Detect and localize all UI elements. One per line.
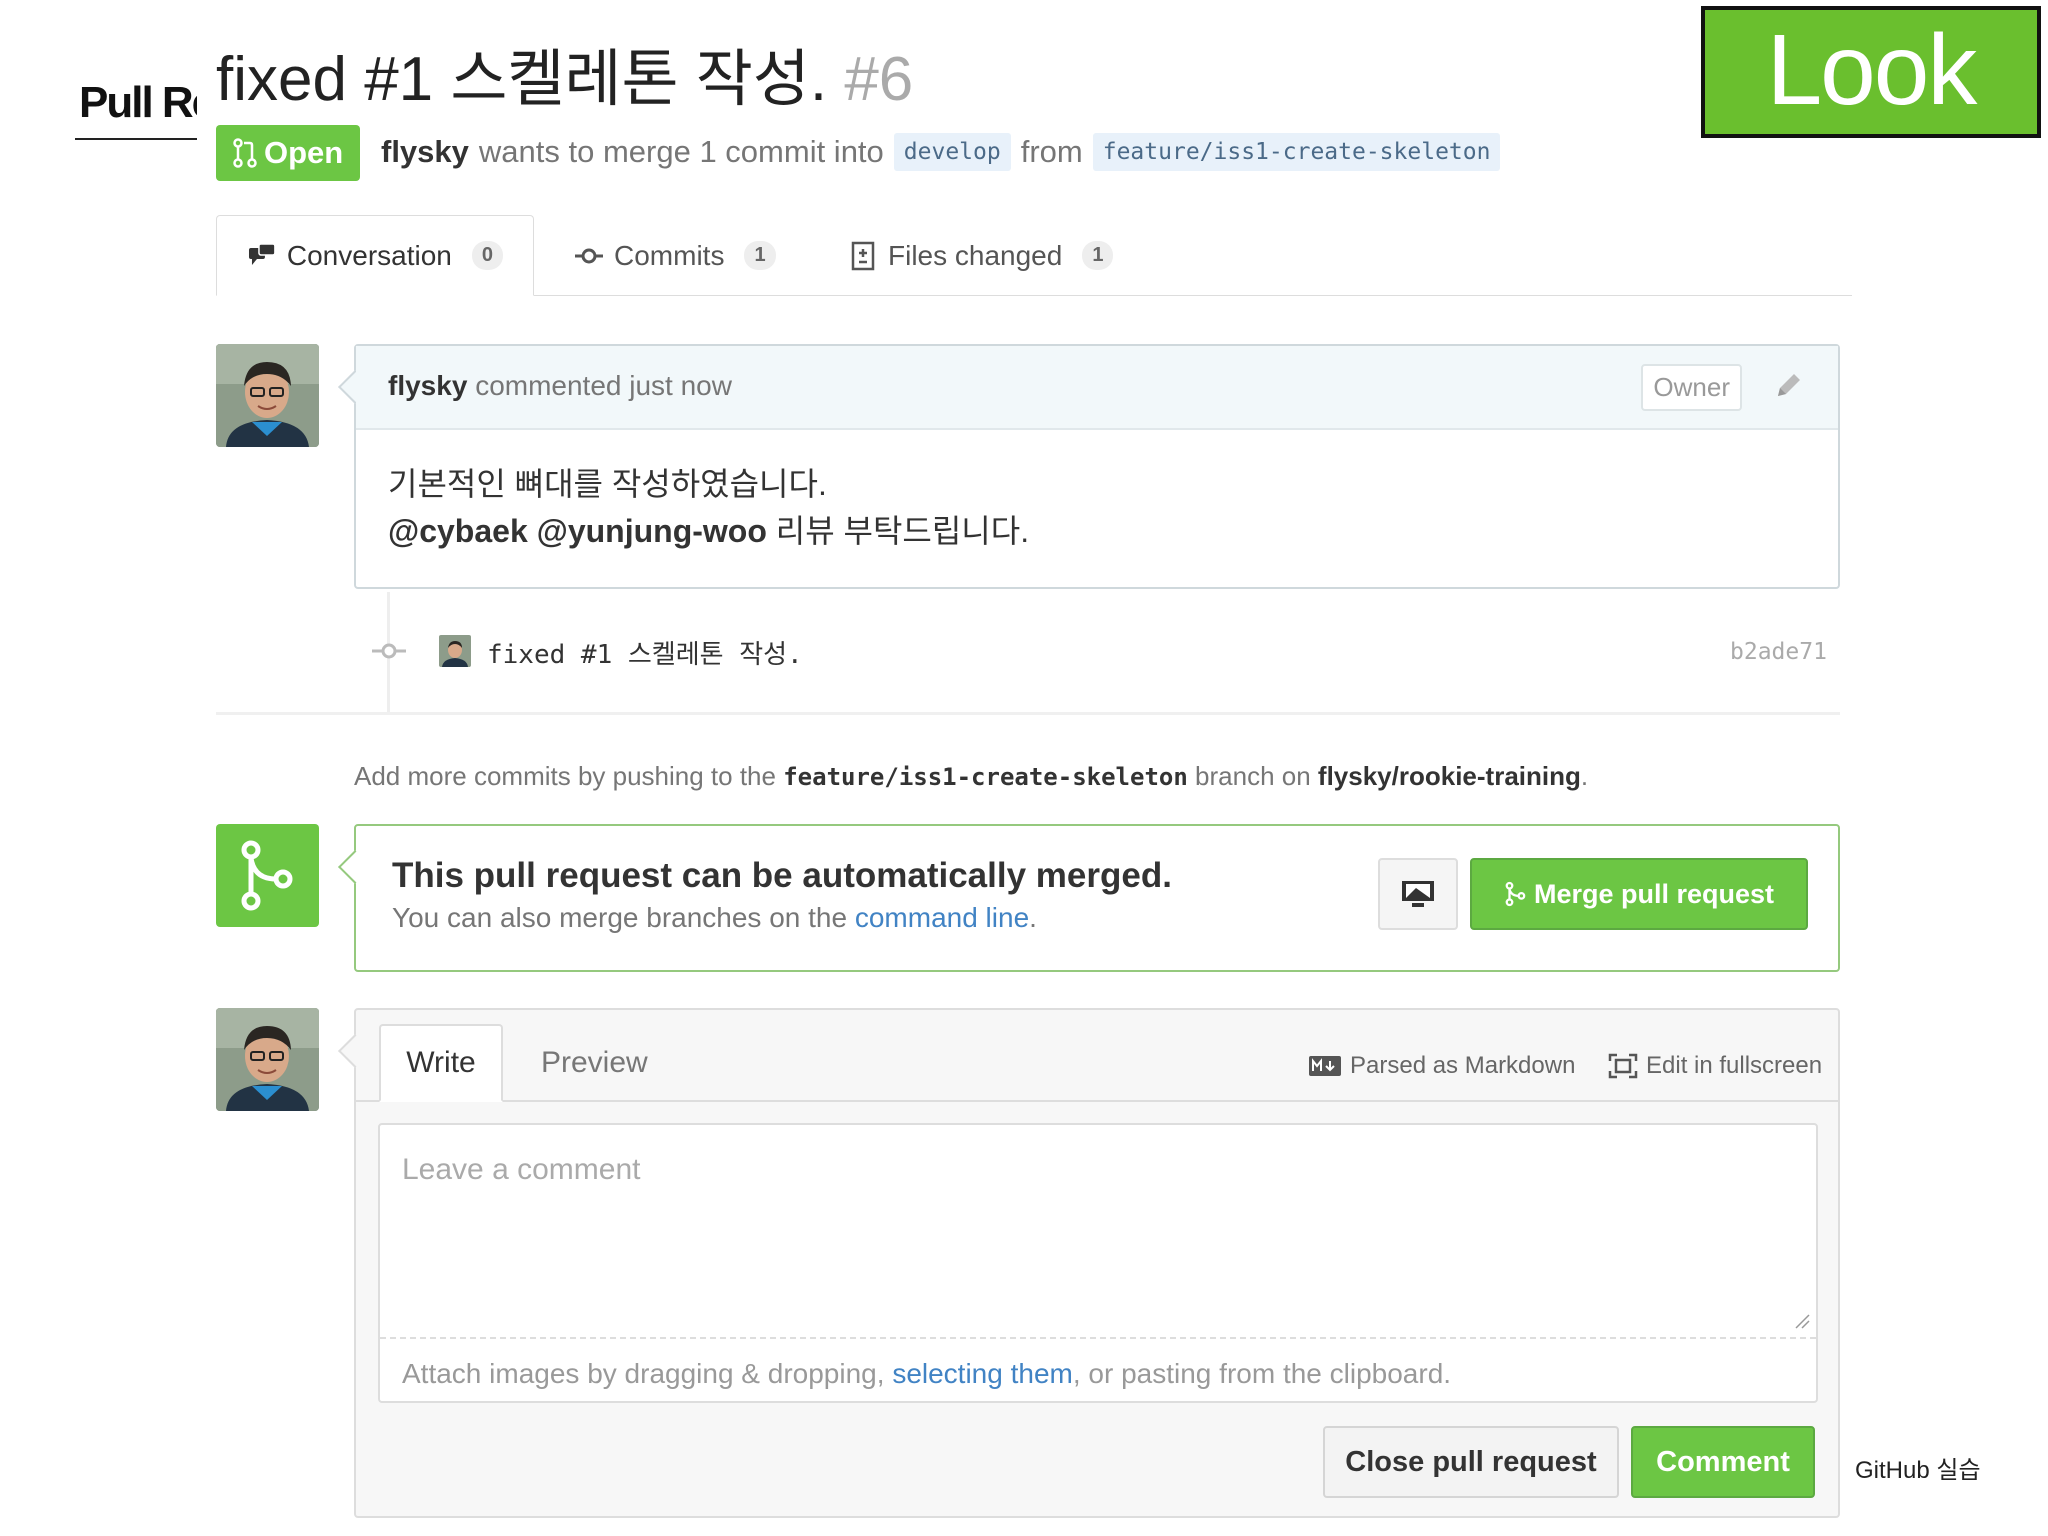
tab-conversation-count: 0 xyxy=(471,241,503,270)
avatar[interactable] xyxy=(216,344,319,447)
slide-title: Pull Re xyxy=(79,78,197,127)
comment-placeholder: Leave a comment xyxy=(402,1153,641,1186)
comment-time: commented just now xyxy=(475,370,732,401)
pr-merge-summary: flysky wants to merge 1 commit into deve… xyxy=(381,133,1501,171)
merge-button-label: Merge pull request xyxy=(1533,878,1775,909)
comment-meta: flysky commented just now xyxy=(388,370,732,402)
resize-grip-icon[interactable] xyxy=(1792,1311,1810,1329)
tab-commits-label: Commits xyxy=(614,239,725,271)
push-hint: Add more commits by pushing to the featu… xyxy=(354,761,1588,792)
command-line-link[interactable]: command line xyxy=(855,902,1029,933)
close-pull-request-button[interactable]: Close pull request xyxy=(1323,1426,1619,1498)
comment-header: flysky commented just now Owner xyxy=(356,346,1838,430)
attach-divider xyxy=(380,1337,1816,1339)
form-tabs-divider xyxy=(356,1100,1838,1102)
select-files-link[interactable]: selecting them xyxy=(892,1358,1073,1389)
commit-sha-link[interactable]: b2ade71 xyxy=(1730,639,1827,665)
file-diff-icon xyxy=(851,241,875,270)
merge-heading: This pull request can be automatically m… xyxy=(392,856,1172,895)
tab-write[interactable]: Write xyxy=(379,1024,503,1102)
comment-submit-button[interactable]: Comment xyxy=(1631,1426,1815,1498)
pr-title: fixed #1 스켈레톤 작성. #6 xyxy=(216,28,913,118)
push-hint-prefix: Add more commits by pushing to the xyxy=(354,761,776,791)
pencil-icon[interactable] xyxy=(1772,368,1806,402)
avatar[interactable] xyxy=(216,1008,319,1111)
tab-files-changed-label: Files changed xyxy=(888,239,1063,271)
merge-card: This pull request can be automatically m… xyxy=(338,824,1840,972)
tab-commits[interactable]: Commits 1 xyxy=(574,215,776,296)
comment-card: flysky commented just now Owner 기본적인 뼈대를… xyxy=(338,344,1840,589)
tab-files-changed-count: 1 xyxy=(1082,241,1114,270)
markdown-icon xyxy=(1309,1056,1341,1076)
push-hint-branch: feature/iss1-create-skeleton xyxy=(783,763,1188,791)
tab-conversation-label: Conversation xyxy=(286,239,452,271)
fullscreen-icon xyxy=(1608,1053,1638,1079)
commit-message-link[interactable]: fixed #1 스켈레톤 작성. xyxy=(487,634,803,671)
tab-files-changed[interactable]: Files changed 1 xyxy=(848,215,1114,296)
comment-discussion-icon xyxy=(248,242,276,265)
desktop-icon xyxy=(1402,881,1434,907)
push-hint-suffix: . xyxy=(1580,761,1589,791)
comment-line-1: 기본적인 뼈대를 작성하였습니다. xyxy=(388,466,827,502)
command-line-button[interactable] xyxy=(1378,858,1458,930)
tab-preview[interactable]: Preview xyxy=(541,1046,648,1080)
git-merge-icon xyxy=(1505,881,1526,907)
head-branch-tag: feature/iss1-create-skeleton xyxy=(1092,133,1501,171)
git-merge-icon xyxy=(241,840,293,911)
git-commit-icon xyxy=(575,248,603,263)
comment-textarea[interactable]: Leave a comment Attach images by draggin… xyxy=(378,1123,1818,1403)
pr-title-text: fixed #1 스켈레톤 작성. xyxy=(216,45,828,114)
merge-subtext: You can also merge branches on the comma… xyxy=(392,902,1037,934)
comment-author-link[interactable]: flysky xyxy=(388,370,467,401)
fullscreen-label: Edit in fullscreen xyxy=(1646,1052,1823,1079)
owner-badge: Owner xyxy=(1641,364,1742,411)
tab-conversation[interactable]: Conversation 0 xyxy=(216,215,534,296)
from-text: from xyxy=(1020,134,1083,169)
timeline-divider xyxy=(216,712,1840,715)
comment-line-2: @cybaek @yunjung-woo 리뷰 부탁드립니다. xyxy=(388,508,1029,555)
markdown-note-label: Parsed as Markdown xyxy=(1350,1052,1576,1079)
push-hint-repo-link[interactable]: flysky/rookie-training xyxy=(1318,761,1581,791)
pr-state-label: Open xyxy=(264,135,344,170)
merge-text: wants to merge 1 commit into xyxy=(478,134,884,169)
pr-state-badge: Open xyxy=(216,125,361,181)
attach-prefix: Attach images by dragging & dropping, xyxy=(402,1358,885,1389)
fullscreen-toggle[interactable]: Edit in fullscreen xyxy=(1608,1052,1822,1080)
user-photo-icon xyxy=(216,344,319,447)
slide-footer: GitHub 실습 xyxy=(1855,1457,1981,1484)
git-commit-icon xyxy=(372,643,406,659)
attach-suffix: , or pasting from the clipboard. xyxy=(1072,1358,1452,1389)
pull-request-icon xyxy=(233,138,257,168)
markdown-note[interactable]: Parsed as Markdown xyxy=(1308,1052,1575,1080)
merge-sub-prefix: You can also merge branches on the xyxy=(392,902,848,933)
form-pointer xyxy=(338,1034,372,1068)
user-photo-icon xyxy=(216,1008,319,1111)
pr-number: #6 xyxy=(844,45,914,114)
user-photo-icon xyxy=(439,635,471,667)
merge-status-icon-box xyxy=(216,824,319,927)
commit-avatar[interactable] xyxy=(439,635,471,667)
merge-pointer xyxy=(338,850,372,884)
slide-title-underline xyxy=(75,138,197,140)
merge-pull-request-button[interactable]: Merge pull request xyxy=(1470,858,1808,930)
tab-commits-count: 1 xyxy=(744,241,776,270)
comment-body: 기본적인 뼈대를 작성하였습니다. @cybaek @yunjung-woo 리… xyxy=(388,461,1029,555)
comment-line-2-text: 리뷰 부탁드립니다. xyxy=(775,513,1030,549)
attach-hint: Attach images by dragging & dropping, se… xyxy=(402,1358,1451,1390)
base-branch-tag: develop xyxy=(893,133,1011,171)
new-comment-form: Write Preview Parsed as Markdown Edit in… xyxy=(338,1008,1840,1518)
comment-mentions[interactable]: @cybaek @yunjung-woo xyxy=(388,513,767,549)
pr-author-link[interactable]: flysky xyxy=(381,134,469,170)
merge-sub-suffix: . xyxy=(1029,902,1037,933)
push-hint-middle: branch on xyxy=(1195,761,1311,791)
look-badge: Look xyxy=(1701,6,2041,138)
